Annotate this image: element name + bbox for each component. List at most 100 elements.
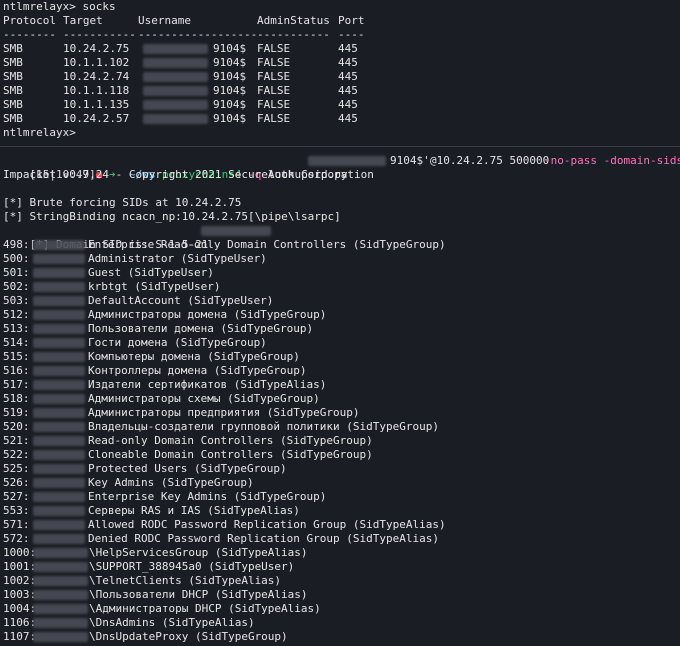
list-item: 527: Enterprise Key Admins (SidTypeGroup) <box>3 490 673 504</box>
sid-account-name: Администраторы предприятия (SidTypeGroup… <box>88 406 360 419</box>
redacted-domain-name <box>33 380 85 390</box>
socks-table-header: Protocol Target Username AdminStatus Por… <box>3 14 673 28</box>
row-adminstatus: FALSE <box>257 112 291 125</box>
redacted-domain-name <box>33 506 85 516</box>
redacted-domain-name <box>33 562 88 572</box>
row-adminstatus: FALSE <box>257 70 291 83</box>
row-protocol: SMB <box>3 98 23 111</box>
sid-rid: 571: <box>3 518 30 531</box>
sid-rid: 502: <box>3 280 30 293</box>
sid-account-name: Administrator (SidTypeUser) <box>88 252 267 265</box>
sid-account-name: Компьютеры домена (SidTypeGroup) <box>88 350 300 363</box>
header-adminstatus: AdminStatus <box>257 14 330 27</box>
row-protocol: SMB <box>3 56 23 69</box>
sid-rid: 527: <box>3 490 30 503</box>
redacted-domain-name <box>33 310 85 320</box>
redacted-domain-name <box>33 436 85 446</box>
sid-rid: 500: <box>3 252 30 265</box>
list-item: 517: Издатели сертификатов (SidTypeAlias) <box>3 378 673 392</box>
list-item: 1000: \HelpServicesGroup (SidTypeAlias) <box>3 546 673 560</box>
sid-account-name: Контроллеры домена (SidTypeGroup) <box>88 364 307 377</box>
shell-command-line: [15|10:47]● ➔ ~/ws proxychains4 -q looku… <box>3 154 680 181</box>
socks-table-separator: -------- ----------- ------------------ … <box>3 28 673 42</box>
sid-rid: 525: <box>3 462 30 475</box>
sid-rid: 522: <box>3 448 30 461</box>
header-port: Port <box>338 14 365 27</box>
header-username: Username <box>138 14 191 27</box>
row-port: 445 <box>338 56 358 69</box>
row-adminstatus: FALSE <box>257 84 291 97</box>
list-item: 514: Гости домена (SidTypeGroup) <box>3 336 673 350</box>
info-line: [*] Domain SID is: S-1-5-21 <box>3 224 303 251</box>
sid-account-name: Guest (SidTypeUser) <box>88 266 214 279</box>
row-port: 445 <box>338 84 358 97</box>
sid-rid: 1107: <box>3 630 37 643</box>
list-item: 571: Allowed RODC Password Replication Gr… <box>3 518 673 532</box>
row-username: 9104$ <box>213 112 247 125</box>
sid-account-name: Пользователи домена (SidTypeGroup) <box>88 322 314 335</box>
redacted-domain-name <box>33 408 85 418</box>
sid-account-name: \TelnetClients (SidTypeAlias) <box>89 574 282 587</box>
dash-protocol: -------- <box>3 28 56 41</box>
sid-rid: 512: <box>3 308 30 321</box>
sid-rid: 1106: <box>3 616 37 629</box>
row-target: 10.24.2.74 <box>63 70 130 83</box>
row-target: 10.24.2.75 <box>63 42 130 55</box>
sid-rid: 553: <box>3 504 30 517</box>
sid-account-name: Protected Users (SidTypeGroup) <box>88 462 287 475</box>
sid-rid: 1003: <box>3 588 37 601</box>
redacted-domain-name <box>33 450 85 460</box>
row-target: 10.1.1.102 <box>63 56 130 69</box>
dash-adminstatus: ----------- <box>257 28 330 41</box>
redacted-domain-name <box>33 520 85 530</box>
pane-divider <box>0 146 680 147</box>
dash-username: ------------------ <box>138 28 258 41</box>
row-port: 445 <box>338 98 358 111</box>
list-item: 512: Администраторы домена (SidTypeGroup) <box>3 308 673 322</box>
row-protocol: SMB <box>3 70 23 83</box>
sid-account-name: \Пользователи DHCP (SidTypeAlias) <box>89 588 308 601</box>
row-target: 10.24.2.57 <box>63 112 130 125</box>
sid-rid: 520: <box>3 420 30 433</box>
list-item: 1003: \Пользователи DHCP (SidTypeAlias) <box>3 588 673 602</box>
redacted-domain-user <box>308 156 386 166</box>
redacted-domain-name <box>33 422 85 432</box>
sid-account-name: Администраторы схемы (SidTypeGroup) <box>88 392 320 405</box>
list-item: 1106: \DnsAdmins (SidTypeAlias) <box>3 616 673 630</box>
row-protocol: SMB <box>3 84 23 97</box>
sid-rid: 519: <box>3 406 30 419</box>
redacted-domain-name <box>33 632 88 642</box>
sid-account-name: \SUPPORT_388945a0 (SidTypeUser) <box>89 560 295 573</box>
list-item: 522: Cloneable Domain Controllers (SidTyp… <box>3 448 673 462</box>
row-target: 10.1.1.135 <box>63 98 130 111</box>
list-item: 520: Владельцы-создатели групповой полити… <box>3 420 673 434</box>
table-row: SMB 10.24.2.75 9104$ FALSE 445 <box>3 42 673 56</box>
socks-prompt-end: ntlmrelayx> <box>3 126 76 139</box>
row-username: 9104$ <box>213 42 247 55</box>
list-item: 498: Enterprise Read-only Domain Controll… <box>3 238 673 252</box>
sid-rid: 514: <box>3 336 30 349</box>
sid-account-name: Allowed RODC Password Replication Group … <box>88 518 446 531</box>
row-adminstatus: FALSE <box>257 42 291 55</box>
terminal-window[interactable]: ntlmrelayx> socks Protocol Target Userna… <box>0 0 680 646</box>
redacted-domain-name <box>33 324 85 334</box>
redacted-username <box>143 100 208 110</box>
sid-rid: 503: <box>3 294 30 307</box>
sid-account-name: Key Admins (SidTypeGroup) <box>88 476 254 489</box>
sid-account-name: Владельцы-создатели групповой политики (… <box>88 420 439 433</box>
list-item: 1004: \Администраторы DHCP (SidTypeAlias) <box>3 602 673 616</box>
sid-account-name: Cloneable Domain Controllers (SidTypeGro… <box>88 448 373 461</box>
row-username: 9104$ <box>213 56 247 69</box>
dash-port: ---- <box>338 28 365 41</box>
list-item: 501: Guest (SidTypeUser) <box>3 266 673 280</box>
sid-account-name: Enterprise Read-only Domain Controllers … <box>88 238 446 251</box>
info-line: [*] StringBinding ncacn_np:10.24.2.75[\p… <box>3 210 341 223</box>
sid-rid: 515: <box>3 350 30 363</box>
sid-account-name: DefaultAccount (SidTypeUser) <box>88 294 274 307</box>
list-item: 513: Пользователи домена (SidTypeGroup) <box>3 322 673 336</box>
table-row: SMB 10.1.1.135 9104$ FALSE 445 <box>3 98 673 112</box>
row-adminstatus: FALSE <box>257 56 291 69</box>
redacted-username <box>143 114 208 124</box>
redacted-domain-name <box>33 576 88 586</box>
list-item: 516: Контроллеры домена (SidTypeGroup) <box>3 364 673 378</box>
